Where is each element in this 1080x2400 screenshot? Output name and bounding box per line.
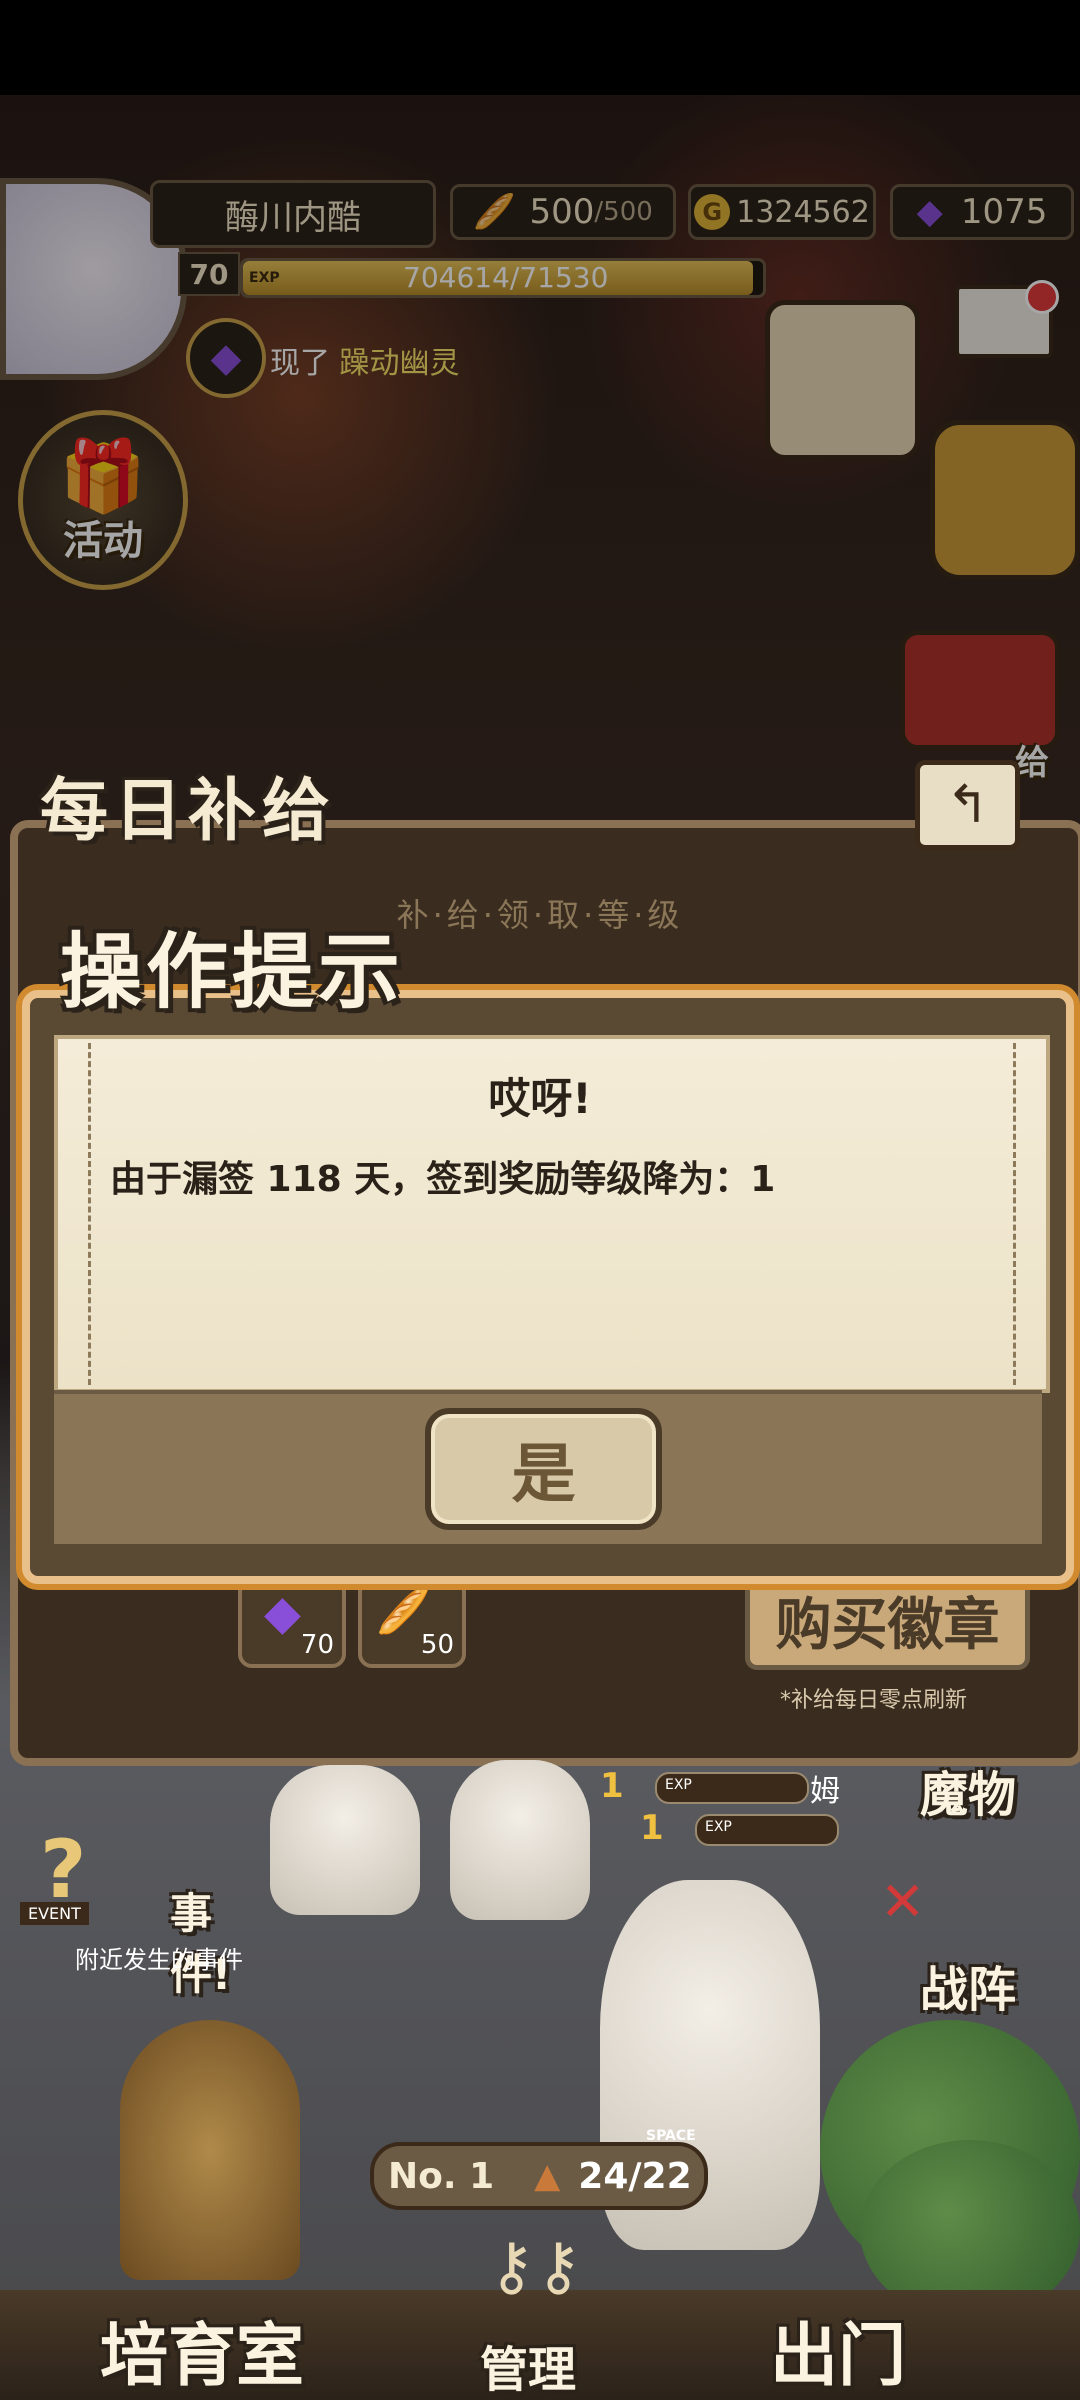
nursery-button[interactable]: 培育室: [100, 2300, 304, 2399]
back-arrow-icon[interactable]: ↰: [915, 760, 1020, 850]
daily-supply-title: 每日补给: [40, 772, 337, 851]
haystack-decoration: [120, 2020, 300, 2280]
refresh-note: *补给每日零点刷新: [780, 1688, 968, 1713]
event-question-icon: ?: [40, 1823, 87, 1916]
buy-badge-button[interactable]: 购买徽章: [745, 1570, 1030, 1670]
rank-capacity-bar: No. 1 ▲ SPACE 24/22: [370, 2128, 708, 2210]
unit-exp-bar: EXP: [655, 1772, 809, 1804]
event-tag: EVENT: [20, 1902, 89, 1925]
reward-count: 50: [420, 1630, 454, 1660]
unit-name-suffix: 姆: [810, 1774, 840, 1809]
confirm-yes-button[interactable]: 是: [425, 1408, 662, 1530]
unit-exp-bar: EXP: [695, 1814, 839, 1846]
reward-count: 70: [300, 1630, 334, 1660]
formation-crossed-swords-icon[interactable]: ✕: [880, 1870, 950, 1933]
unit-exp-row: 1 EXP 姆: [600, 1766, 840, 1809]
space-tag: SPACE: [646, 2128, 696, 2144]
exp-tag: EXP: [665, 1777, 692, 1793]
monster-button[interactable]: 魔物: [920, 1755, 1016, 1825]
dialog-title: 操作提示: [60, 925, 405, 1020]
purple-gem-icon: ◆: [264, 1585, 301, 1641]
dialog-message: 由于漏签 118 天，签到奖励等级降为：1: [110, 1159, 776, 1200]
exp-tag: EXP: [705, 1819, 732, 1835]
unit-character[interactable]: [270, 1765, 420, 1915]
reward-slot-bread[interactable]: 🥖 50: [358, 1575, 466, 1668]
unit-level: 1: [640, 1808, 664, 1848]
event-button[interactable]: ? EVENT 事件! 附近发生的事件: [20, 1823, 260, 1999]
event-subtitle: 附近发生的事件: [75, 1946, 243, 1974]
unit-level: 1: [600, 1766, 624, 1806]
status-bar: [0, 0, 1080, 95]
reward-slot-gem[interactable]: ◆ 70: [238, 1575, 346, 1668]
rank-label: No. 1: [388, 2155, 495, 2197]
go-out-button[interactable]: 出门: [770, 2300, 906, 2399]
unit-exp-row: 1 EXP: [640, 1808, 840, 1848]
manage-button[interactable]: 管理: [480, 2330, 576, 2400]
capacity-value: 24/22: [578, 2155, 692, 2197]
dialog-heading: 哎呀!: [488, 1074, 592, 1123]
capacity-triangle-icon: ▲: [534, 2156, 561, 2196]
unit-character[interactable]: [450, 1760, 590, 1920]
keys-icon[interactable]: ⚷⚷: [450, 2230, 620, 2330]
formation-button[interactable]: 战阵: [920, 1950, 1016, 2020]
